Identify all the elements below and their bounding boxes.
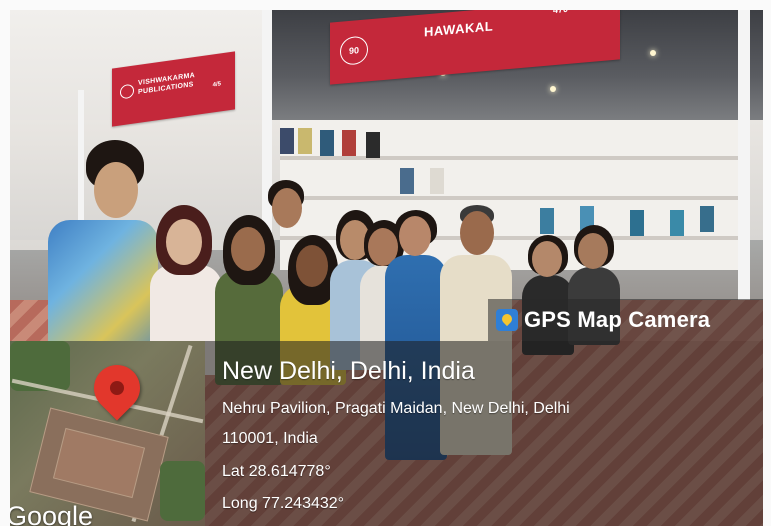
frame-edge [0,0,10,526]
stall-post [738,10,750,310]
photo: VISHWAKARMA PUBLICATIONS 4/5 90 HAWAKAL … [0,0,771,526]
publisher-logo-icon [120,83,134,100]
frame-edge [763,0,771,526]
map-pin-icon [496,309,518,331]
map-attribution: Google [10,501,94,526]
gps-app-name: GPS Map Camera [524,307,711,332]
person [48,140,158,370]
gps-app-label: GPS Map Camera [488,299,763,341]
location-address-line2: 110001, India [222,430,318,447]
location-latitude: Lat 28.614778° [222,463,331,480]
frame-edge [0,0,771,10]
publisher-banner-number: 4/5 [212,81,221,89]
hawakal-banner-text: HAWAKAL [424,18,494,40]
location-map: Google [10,341,205,526]
location-address-line1: Nehru Pavilion, Pragati Maidan, New Delh… [222,400,570,417]
location-city: New Delhi, Delhi, India [222,357,475,385]
hawakal-logo-icon: 90 [340,35,368,66]
location-longitude: Long 77.243432° [222,495,345,512]
